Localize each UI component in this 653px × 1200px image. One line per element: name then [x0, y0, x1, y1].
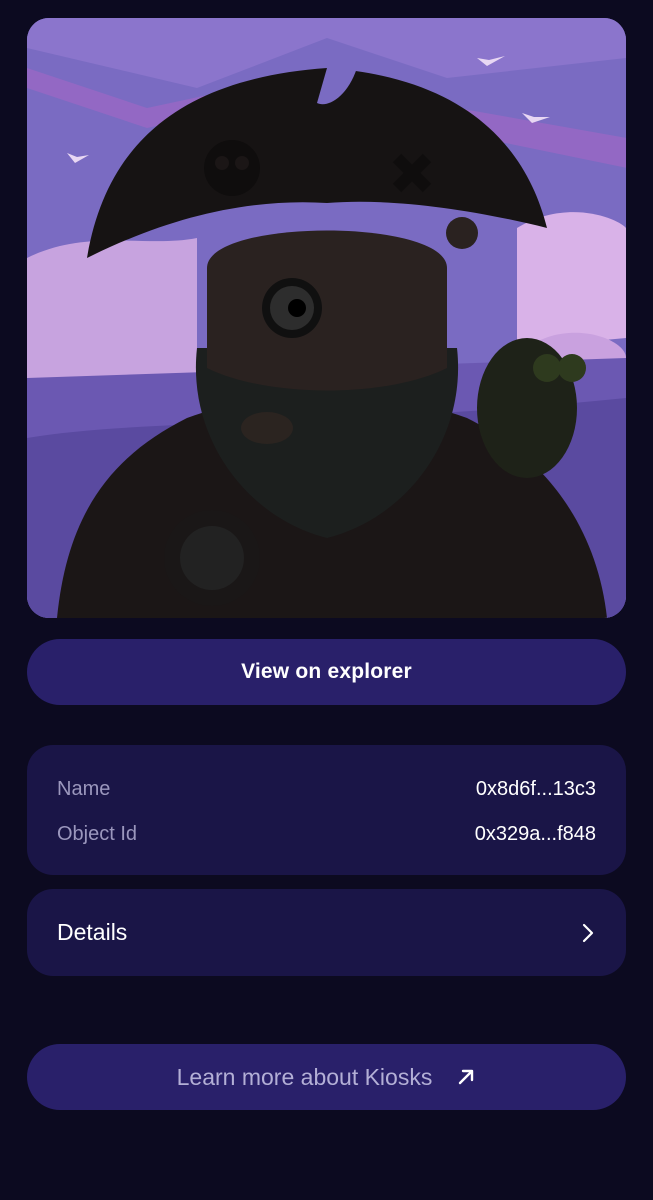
details-row[interactable]: Details	[27, 889, 626, 976]
name-value: 0x8d6f...13c3	[475, 777, 596, 800]
chevron-right-icon	[582, 923, 594, 942]
details-label: Details	[57, 919, 128, 945]
name-label: Name	[57, 777, 111, 800]
info-card: Name 0x8d6f...13c3 Object Id 0x329a...f8…	[27, 745, 626, 875]
view-on-explorer-button[interactable]: View on explorer	[27, 639, 626, 705]
info-row-object-id: Object Id 0x329a...f848	[57, 819, 596, 849]
info-row-name: Name 0x8d6f...13c3	[57, 774, 596, 804]
arrow-up-right-icon	[459, 1069, 474, 1085]
learn-more-kiosks-label: Learn more about Kiosks	[176, 1063, 433, 1090]
object-id-label: Object Id	[57, 822, 138, 845]
kiosk-item-page: View on explorer Name 0x8d6f...13c3 Obje…	[0, 0, 653, 1200]
nft-image	[27, 18, 626, 618]
view-on-explorer-label: View on explorer	[241, 660, 412, 683]
learn-more-kiosks-button[interactable]: Learn more about Kiosks	[27, 1044, 626, 1110]
object-id-value: 0x329a...f848	[474, 822, 596, 845]
pirate-artwork	[27, 18, 626, 618]
